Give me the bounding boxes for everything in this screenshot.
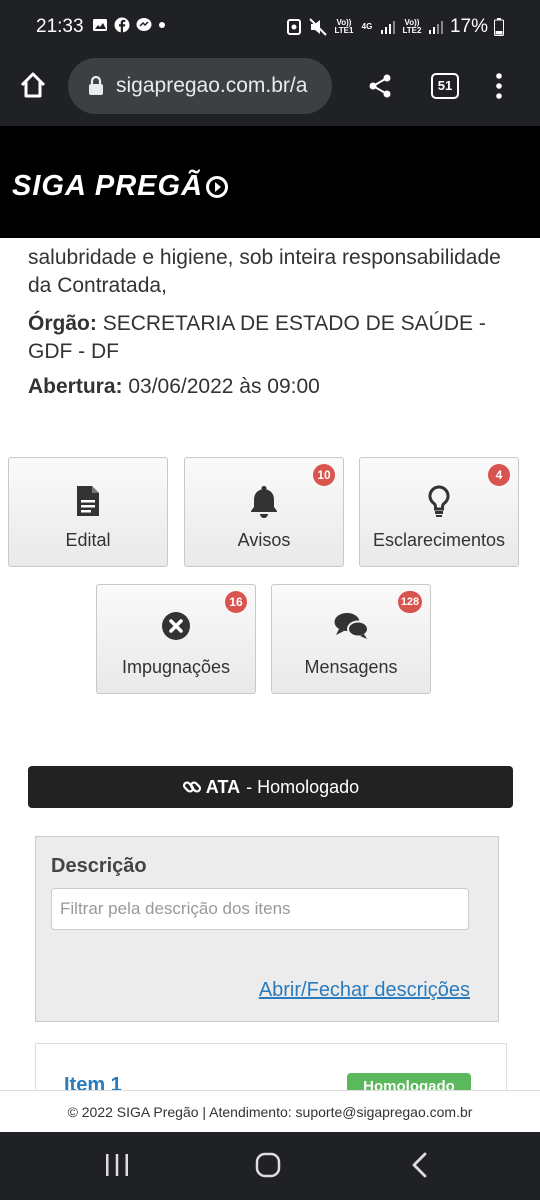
footer-text: © 2022 SIGA Pregão | Atendimento: suport… (67, 1103, 473, 1120)
document-icon (77, 486, 99, 516)
impugnacoes-badge: 16 (225, 591, 247, 613)
impugnacoes-label: Impugnações (121, 657, 231, 677)
tab-switcher-button[interactable]: 51 (431, 73, 459, 99)
toggle-descriptions-link[interactable]: Abrir/Fechar descrições (259, 979, 470, 1002)
facebook-icon (114, 17, 130, 33)
lock-icon (89, 76, 103, 95)
orgao-value: SECRETARIA DE ESTADO DE SAÚDE - GDF - DF (28, 312, 486, 363)
avisos-label: Avisos (237, 530, 291, 550)
lte1-label: Vo)) LTE1 (334, 18, 354, 35)
status-bar: 21:33 Vo)) LTE1 4G Vo)) LTE2 17% (0, 0, 540, 56)
mensagens-badge: 128 (398, 591, 422, 613)
recent-apps-icon[interactable] (104, 1153, 130, 1177)
edital-label: Edital (65, 530, 111, 550)
chat-icon (334, 613, 369, 639)
ata-button[interactable]: ATA - Homologado (28, 766, 513, 808)
esclarecimentos-label: Esclarecimentos (372, 530, 506, 550)
signal-icon-2 (428, 21, 443, 34)
signal-icon (380, 21, 395, 34)
home-icon[interactable] (18, 70, 48, 100)
home-nav-icon[interactable] (255, 1152, 281, 1178)
address-bar[interactable]: sigapregao.com.br/a (68, 58, 332, 114)
mensagens-label: Mensagens (304, 657, 398, 677)
filter-title: Descrição (51, 855, 147, 877)
lightbulb-icon (428, 485, 450, 517)
edital-button[interactable]: Edital (8, 457, 168, 567)
orgao-label: Órgão: (28, 312, 97, 335)
mensagens-button[interactable]: Mensagens 128 (271, 584, 431, 694)
logo-text: SIGA PREGÃ (12, 170, 204, 202)
abertura-line: Abertura: 03/06/2022 às 09:00 (28, 373, 508, 401)
orgao-line: Órgão: SECRETARIA DE ESTADO DE SAÚDE - G… (28, 310, 508, 366)
system-nav-bar (0, 1132, 540, 1200)
back-icon[interactable] (408, 1151, 432, 1179)
battery-percent: 17% (449, 16, 488, 37)
bell-icon (251, 486, 277, 518)
status-right: Vo)) LTE1 4G Vo)) LTE2 17% (286, 16, 504, 38)
link-icon (182, 781, 201, 793)
lte2-label: Vo)) LTE2 (402, 18, 422, 35)
ata-bold-label: ATA (205, 776, 241, 797)
description-filter-panel: Descrição Abrir/Fechar descrições (35, 836, 499, 1022)
battery-icon (494, 18, 504, 36)
4g-label: 4G (361, 22, 373, 31)
avisos-badge: 10 (313, 464, 335, 486)
share-icon[interactable] (366, 72, 394, 100)
logo-o-arrow-icon (206, 175, 229, 198)
notice-description: salubridade e higiene, sob inteira respo… (28, 246, 501, 297)
page-footer: © 2022 SIGA Pregão | Atendimento: suport… (0, 1090, 540, 1132)
mute-icon (309, 18, 327, 36)
x-circle-icon (162, 612, 190, 640)
dot-icon (159, 22, 165, 28)
status-time: 21:33 (36, 16, 84, 37)
gallery-icon (93, 19, 107, 31)
site-header: SIGA PREGÃ (0, 126, 540, 238)
browser-toolbar: sigapregao.com.br/a 51 (0, 56, 540, 126)
data-saver-icon (286, 19, 301, 35)
esclarecimentos-button[interactable]: Esclarecimentos 4 (359, 457, 519, 567)
messenger-icon (136, 18, 152, 31)
impugnacoes-button[interactable]: Impugnações 16 (96, 584, 256, 694)
esclarecimentos-badge: 4 (488, 464, 510, 486)
description-filter-input[interactable] (51, 888, 469, 930)
abertura-value: 03/06/2022 às 09:00 (128, 375, 320, 398)
ata-status-label: - Homologado (246, 776, 360, 797)
site-logo[interactable]: SIGA PREGÃ (12, 170, 229, 203)
abertura-label: Abertura: (28, 375, 123, 398)
url-text: sigapregao.com.br/a (116, 74, 308, 97)
avisos-button[interactable]: Avisos 10 (184, 457, 344, 567)
more-options-icon[interactable] (494, 72, 504, 100)
notification-icons (92, 17, 166, 33)
